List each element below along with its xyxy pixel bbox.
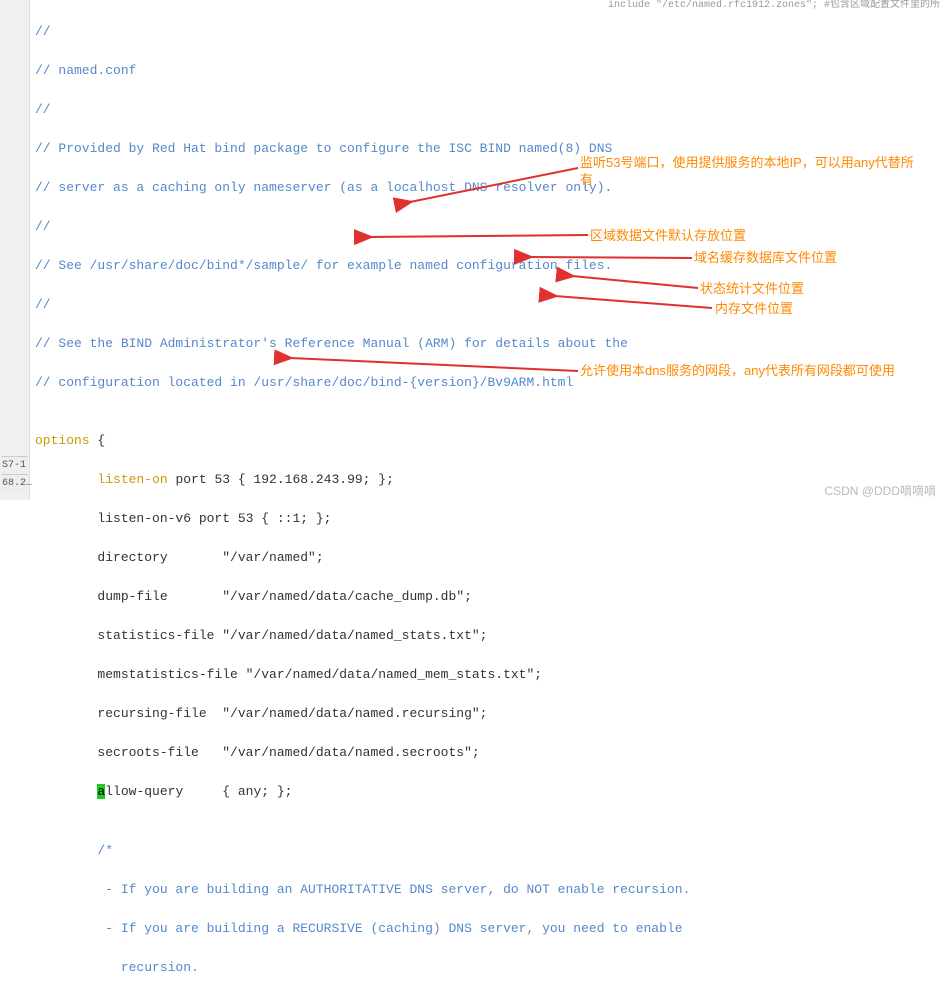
annotation-listen: 监听53号端口，使用提供服务的本地IP，可以用any代替所有: [580, 155, 925, 189]
code-line: // named.conf: [35, 61, 714, 81]
code-line: //: [35, 295, 714, 315]
line-gutter: [0, 0, 30, 500]
code-line: /*: [35, 841, 714, 861]
code-line: secroots-file "/var/named/data/named.sec…: [35, 743, 714, 763]
annotation-allowquery: 允许使用本dns服务的网段，any代表所有网段都可使用: [580, 363, 930, 380]
code-block[interactable]: // // named.conf // // Provided by Red H…: [35, 2, 714, 1000]
tab-item[interactable]: 68.2…: [2, 474, 28, 492]
code-line: directory "/var/named";: [35, 548, 714, 568]
code-line: recursing-file "/var/named/data/named.re…: [35, 704, 714, 724]
code-line: options {: [35, 431, 714, 451]
code-line: //: [35, 100, 714, 120]
code-line: - If your recursive DNS server has a pub…: [35, 997, 714, 1000]
annotation-memstats: 内存文件位置: [715, 301, 793, 318]
code-line: // See the BIND Administrator's Referenc…: [35, 334, 714, 354]
tab-item[interactable]: S7-1: [2, 456, 28, 474]
code-line: listen-on-v6 port 53 { ::1; };: [35, 509, 714, 529]
code-line: - If you are building an AUTHORITATIVE D…: [35, 880, 714, 900]
code-line: statistics-file "/var/named/data/named_s…: [35, 626, 714, 646]
annotation-statistics: 状态统计文件位置: [700, 281, 804, 298]
editor-area: include "/etc/named.rfc1912.zones"; #包含区…: [0, 0, 944, 500]
tabs-area: S7-1 68.2…: [0, 456, 28, 492]
watermark: CSDN @DDD嘀嘀嘀: [824, 482, 936, 500]
code-line: // See /usr/share/doc/bind*/sample/ for …: [35, 256, 714, 276]
annotation-directory: 区域数据文件默认存放位置: [590, 228, 746, 245]
code-line: dump-file "/var/named/data/cache_dump.db…: [35, 587, 714, 607]
code-line: //: [35, 22, 714, 42]
code-line: allow-query { any; };: [35, 782, 714, 802]
keyword-listen: listen-on: [97, 472, 167, 487]
code-line: memstatistics-file "/var/named/data/name…: [35, 665, 714, 685]
annotation-dumpfile: 域名缓存数据库文件位置: [694, 250, 837, 267]
cursor-highlight: a: [97, 784, 105, 799]
code-line: - If you are building a RECURSIVE (cachi…: [35, 919, 714, 939]
code-line: listen-on port 53 { 192.168.243.99; };: [35, 470, 714, 490]
code-line: recursion.: [35, 958, 714, 978]
keyword-options: options: [35, 433, 90, 448]
